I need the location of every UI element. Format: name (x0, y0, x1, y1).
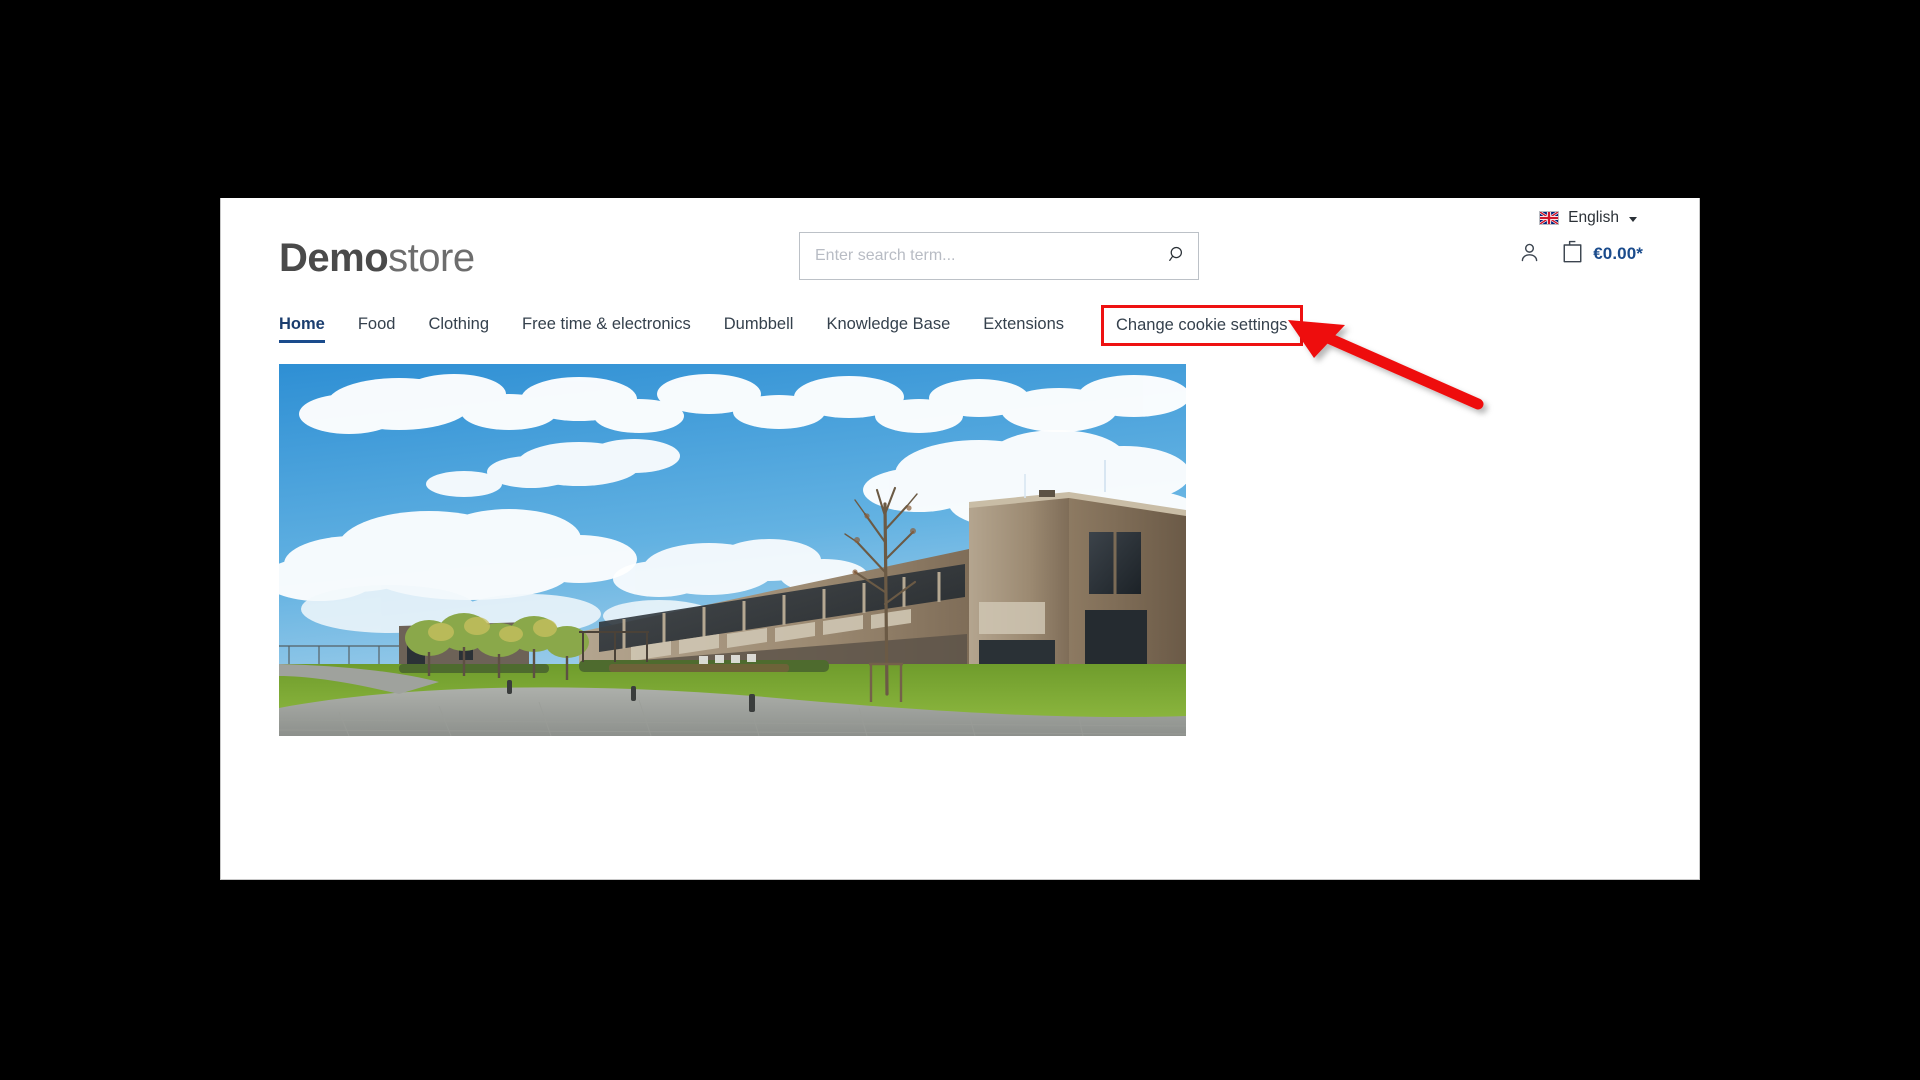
header-account-area: €0.00* (1518, 239, 1643, 269)
search-submit-button[interactable] (1155, 232, 1199, 280)
logo-light-part: store (388, 236, 475, 280)
browser-viewport: English Demostore Enter search term... €… (220, 198, 1700, 880)
search-form (799, 232, 1199, 280)
hero-image (279, 364, 1186, 736)
nav-item-clothing[interactable]: Clothing (428, 314, 489, 343)
user-icon (1518, 241, 1541, 267)
language-label: English (1568, 209, 1619, 227)
nav-item-home[interactable]: Home (279, 314, 325, 343)
nav-item-free-time-electronics[interactable]: Free time & electronics (522, 314, 691, 343)
search-icon (1168, 245, 1187, 267)
search-input[interactable] (799, 232, 1199, 280)
language-switcher[interactable]: English (1539, 210, 1637, 226)
nav-item-knowledge-base[interactable]: Knowledge Base (826, 314, 950, 343)
site-logo[interactable]: Demostore (279, 238, 475, 278)
nav-item-extensions[interactable]: Extensions (983, 314, 1064, 343)
nav-item-change-cookie-settings[interactable]: Change cookie settings (1101, 305, 1303, 346)
main-navigation: Home Food Clothing Free time & electroni… (221, 305, 1699, 358)
shopping-bag-icon (1561, 239, 1584, 269)
nav-item-food[interactable]: Food (358, 314, 396, 343)
uk-flag-icon (1539, 211, 1560, 225)
screenshot-root: English Demostore Enter search term... €… (0, 0, 1920, 1080)
site-header: Demostore Enter search term... €0.00* (221, 232, 1699, 308)
cart-total-amount: €0.00* (1593, 244, 1643, 263)
logo-bold-part: Demo (279, 236, 389, 280)
chevron-down-icon (1629, 216, 1637, 222)
account-button[interactable] (1518, 241, 1541, 267)
cart-widget[interactable]: €0.00* (1561, 239, 1643, 269)
nav-item-dumbbell[interactable]: Dumbbell (724, 314, 794, 343)
